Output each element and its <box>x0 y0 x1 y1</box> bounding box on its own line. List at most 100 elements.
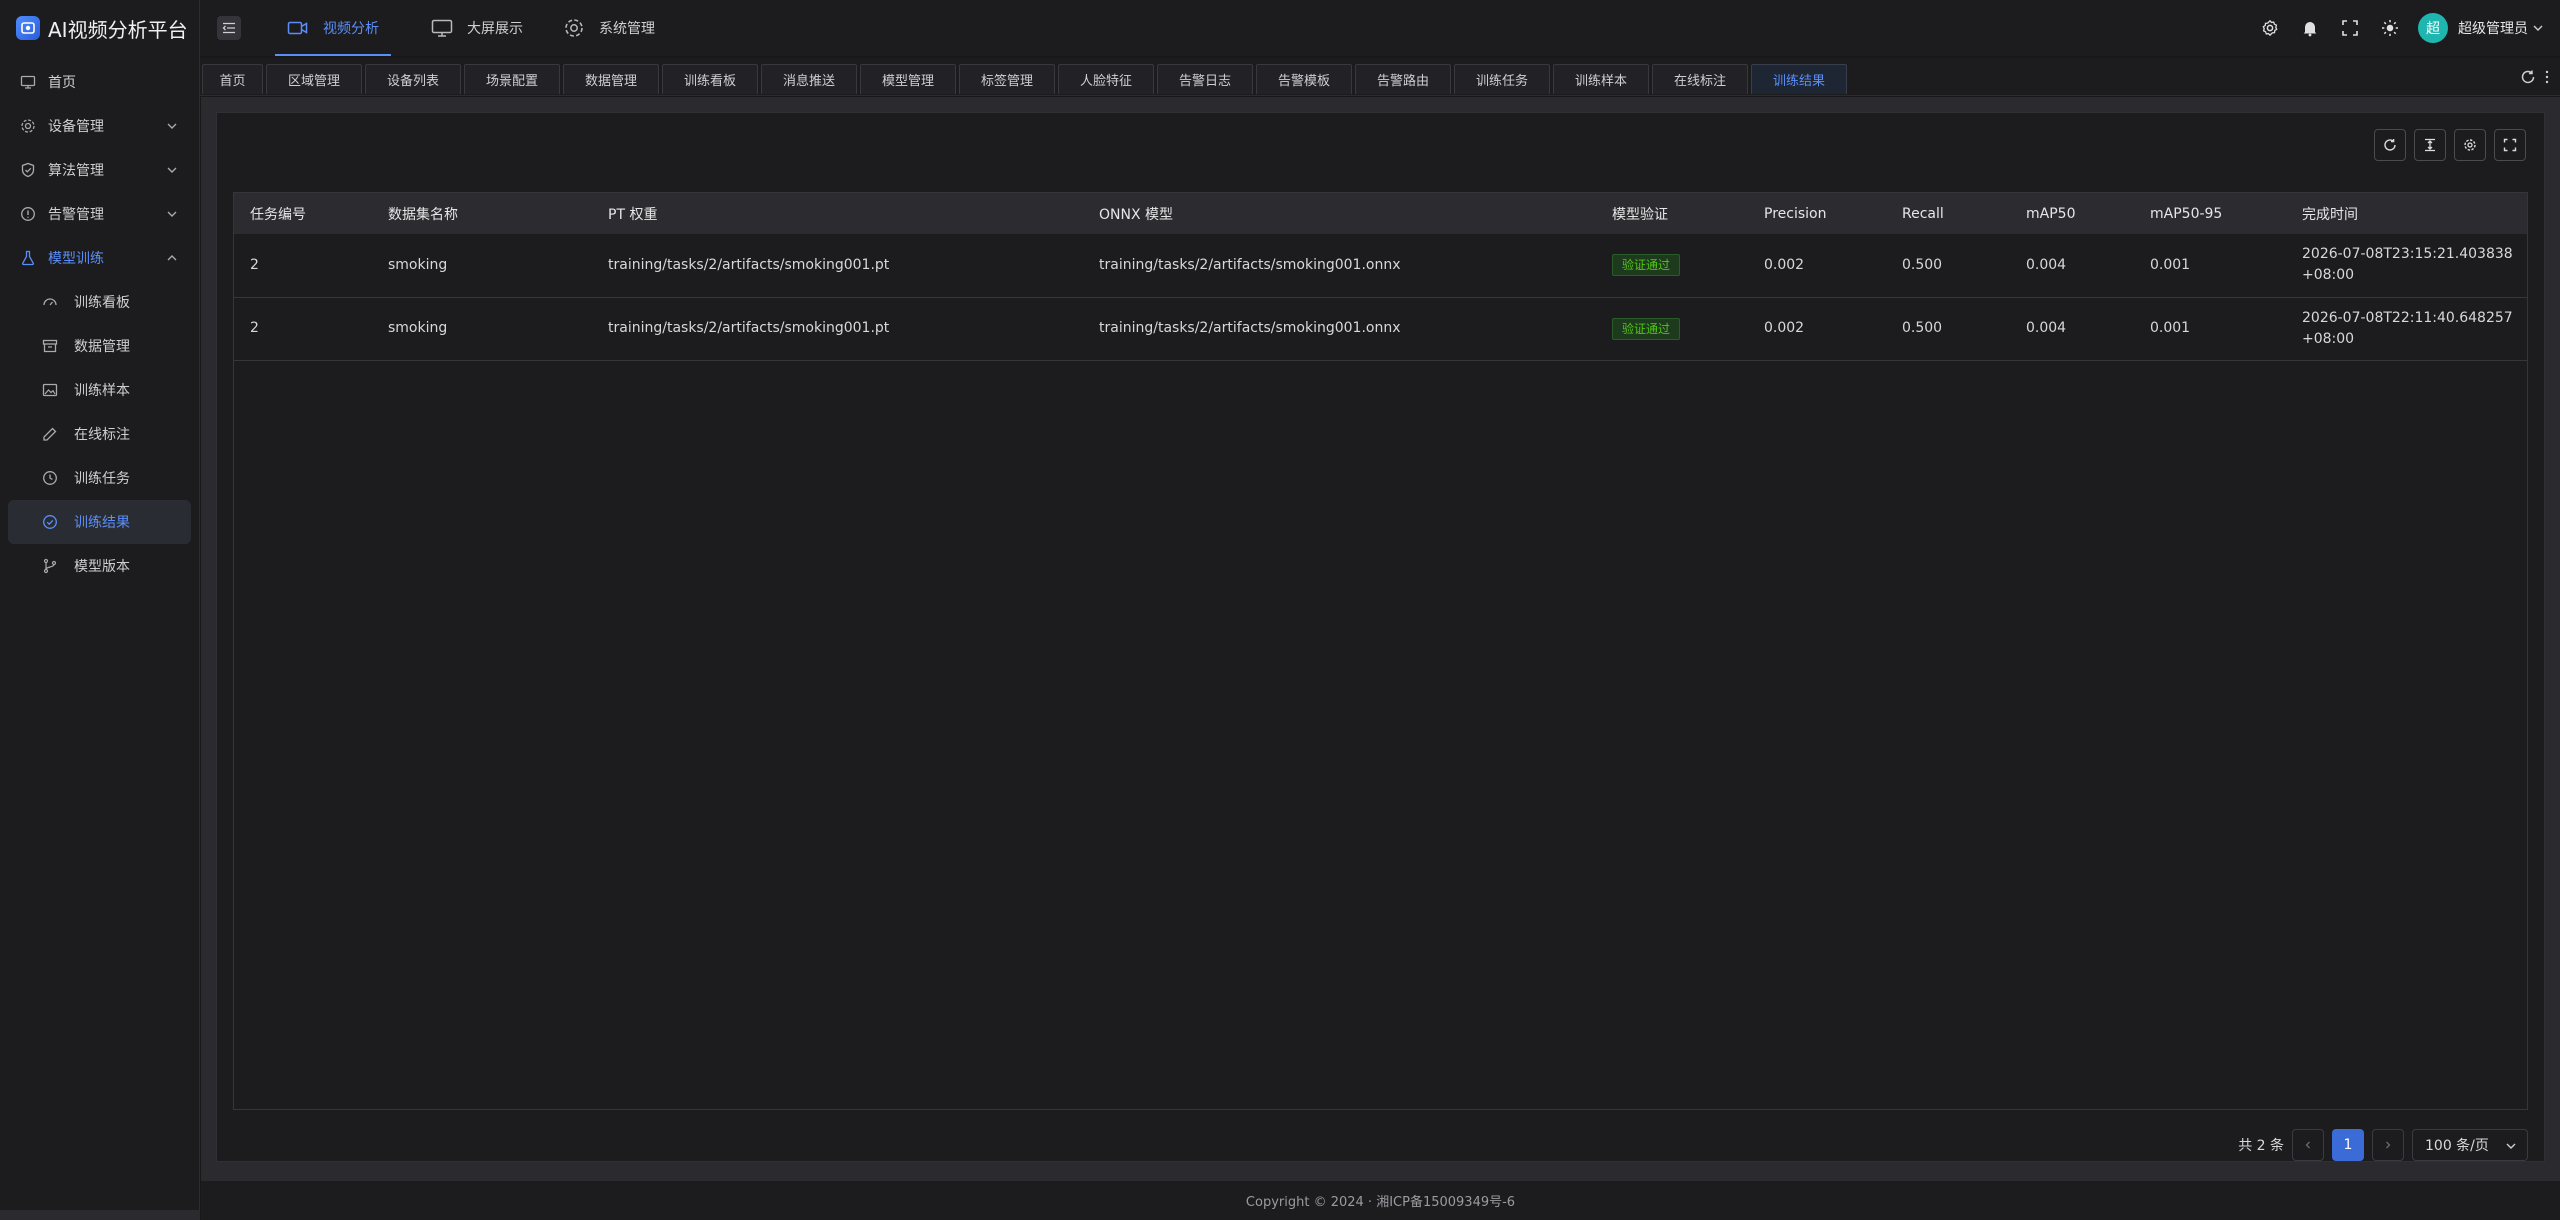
page-tab[interactable]: 设备列表 <box>365 64 461 94</box>
column-settings-button[interactable] <box>2454 129 2486 161</box>
page-tab[interactable]: 人脸特征 <box>1058 64 1154 94</box>
chevron-down-icon <box>167 211 177 217</box>
alert-circle-icon <box>20 206 36 222</box>
chevron-down-icon <box>167 167 177 173</box>
sidebar-item-model-training[interactable]: 模型训练 <box>8 236 191 280</box>
sidebar-item-label: 模型训练 <box>48 251 104 267</box>
gear-icon <box>2262 19 2278 37</box>
theme-toggle-button[interactable] <box>2370 8 2410 48</box>
logo[interactable]: AI视频分析平台 <box>0 0 199 56</box>
page-number-active[interactable]: 1 <box>2332 1129 2364 1161</box>
column-header-task-id[interactable]: 任务编号 <box>234 193 372 234</box>
next-page-button[interactable] <box>2372 1129 2404 1161</box>
cell-pt-weight: training/tasks/2/artifacts/smoking001.pt <box>608 256 890 273</box>
top-tab-label: 系统管理 <box>599 21 655 37</box>
top-tab-system[interactable]: 系统管理 <box>547 0 671 56</box>
table-row[interactable]: 2 smoking training/tasks/2/artifacts/smo… <box>234 297 2527 360</box>
sidebar-item-algorithm[interactable]: 算法管理 <box>8 148 191 192</box>
sun-icon <box>2382 20 2398 36</box>
page-tab[interactable]: 告警日志 <box>1157 64 1253 94</box>
cell-map50-95: 0.001 <box>2150 256 2191 273</box>
sidebar-subitem-results[interactable]: 训练结果 <box>8 500 191 544</box>
cell-precision: 0.002 <box>1764 256 1805 273</box>
cell-onnx-model: training/tasks/2/artifacts/smoking001.on… <box>1099 256 1401 273</box>
chevron-left-icon <box>2305 1141 2310 1149</box>
column-header-map50[interactable]: mAP50 <box>2010 193 2134 234</box>
cell-finished-at: 2026-07-08T23:15:21.403838+08:00 <box>2302 246 2513 284</box>
page-tab[interactable]: 首页 <box>202 64 263 94</box>
top-tab-big-screen[interactable]: 大屏展示 <box>415 0 539 56</box>
page-tab-active[interactable]: 训练结果 <box>1751 64 1847 94</box>
pagination-total: 共 2 条 <box>2238 1138 2284 1154</box>
platform-logo-icon <box>16 16 40 40</box>
sidebar-subitem-label: 在线标注 <box>74 427 130 443</box>
refresh-icon[interactable] <box>2520 69 2536 85</box>
column-header-finished-at[interactable]: 完成时间 <box>2286 193 2527 234</box>
column-header-recall[interactable]: Recall <box>1886 193 2010 234</box>
page-tab[interactable]: 标签管理 <box>959 64 1055 94</box>
sidebar-subitem-label: 训练看板 <box>74 295 130 311</box>
avatar[interactable]: 超 <box>2418 13 2448 43</box>
table-fullscreen-button[interactable] <box>2494 129 2526 161</box>
sidebar-item-home[interactable]: 首页 <box>8 60 191 104</box>
more-vertical-icon[interactable] <box>2544 69 2550 85</box>
cell-validation: 验证通过 <box>1596 297 1748 360</box>
chevron-down-icon[interactable] <box>2532 22 2544 34</box>
notification-button[interactable] <box>2290 8 2330 48</box>
sidebar-subitem-tasks[interactable]: 训练任务 <box>8 456 191 500</box>
sidebar-subitem-label: 训练样本 <box>74 383 130 399</box>
chevron-down-icon <box>2506 1143 2516 1149</box>
gear-icon <box>2464 139 2476 151</box>
page-tab[interactable]: 模型管理 <box>860 64 956 94</box>
chevron-up-icon <box>167 255 177 261</box>
cell-map50: 0.004 <box>2026 320 2067 336</box>
page-tab[interactable]: 告警模板 <box>1256 64 1352 94</box>
chevron-right-icon <box>2386 1141 2391 1149</box>
sidebar-subitem-data[interactable]: 数据管理 <box>8 324 191 368</box>
column-header-pt-weight[interactable]: PT 权重 <box>592 193 1083 234</box>
page-tab[interactable]: 区域管理 <box>266 64 362 94</box>
page-tab[interactable]: 告警路由 <box>1355 64 1451 94</box>
page-tab[interactable]: 场景配置 <box>464 64 560 94</box>
tabs-tools <box>2520 58 2550 96</box>
page-tab[interactable]: 数据管理 <box>563 64 659 94</box>
column-header-validation[interactable]: 模型验证 <box>1596 193 1748 234</box>
density-button[interactable] <box>2414 129 2446 161</box>
cell-precision: 0.002 <box>1764 320 1805 336</box>
column-header-onnx-model[interactable]: ONNX 模型 <box>1083 193 1596 234</box>
fullscreen-button[interactable] <box>2330 8 2370 48</box>
prev-page-button[interactable] <box>2292 1129 2324 1161</box>
page-tabs-bar: 首页 区域管理 设备列表 场景配置 数据管理 训练看板 消息推送 模型管理 标签… <box>200 58 2560 96</box>
column-header-map50-95[interactable]: mAP50-95 <box>2134 193 2286 234</box>
reload-button[interactable] <box>2374 129 2406 161</box>
sidebar-subitem-samples[interactable]: 训练样本 <box>8 368 191 412</box>
page-tab[interactable]: 消息推送 <box>761 64 857 94</box>
sidebar: AI视频分析平台 首页 设备管理 算法管理 告警管理 模型训练 训练看板 数据管… <box>0 0 200 1220</box>
top-tab-video-analysis[interactable]: 视频分析 <box>271 0 395 56</box>
sidebar-collapse-button[interactable] <box>217 16 241 40</box>
settings-button[interactable] <box>2250 8 2290 48</box>
sidebar-item-alert[interactable]: 告警管理 <box>8 192 191 236</box>
column-header-precision[interactable]: Precision <box>1748 193 1886 234</box>
sidebar-scrollbar[interactable] <box>0 1210 200 1220</box>
sidebar-subitem-versions[interactable]: 模型版本 <box>8 544 191 588</box>
sidebar-subitem-label: 模型版本 <box>74 559 130 575</box>
page-tab[interactable]: 训练看板 <box>662 64 758 94</box>
sidebar-item-label: 算法管理 <box>48 163 104 179</box>
image-icon <box>42 382 58 398</box>
header-actions: 超 超级管理员 <box>2250 0 2544 56</box>
user-name[interactable]: 超级管理员 <box>2458 18 2528 38</box>
column-header-dataset[interactable]: 数据集名称 <box>372 193 592 234</box>
cell-map50: 0.004 <box>2026 256 2067 273</box>
page-tab[interactable]: 在线标注 <box>1652 64 1748 94</box>
sidebar-item-device[interactable]: 设备管理 <box>8 104 191 148</box>
monitor-icon <box>20 74 36 90</box>
page-tab[interactable]: 训练样本 <box>1553 64 1649 94</box>
bell-icon <box>2303 22 2317 37</box>
page-tab[interactable]: 训练任务 <box>1454 64 1550 94</box>
sidebar-subitem-annotation[interactable]: 在线标注 <box>8 412 191 456</box>
results-card: 任务编号 数据集名称 PT 权重 ONNX 模型 模型验证 Precision … <box>216 112 2545 1162</box>
sidebar-subitem-training-board[interactable]: 训练看板 <box>8 280 191 324</box>
page-size-select[interactable]: 100 条/页 <box>2412 1129 2528 1161</box>
table-row[interactable]: 2 smoking training/tasks/2/artifacts/smo… <box>234 234 2527 297</box>
